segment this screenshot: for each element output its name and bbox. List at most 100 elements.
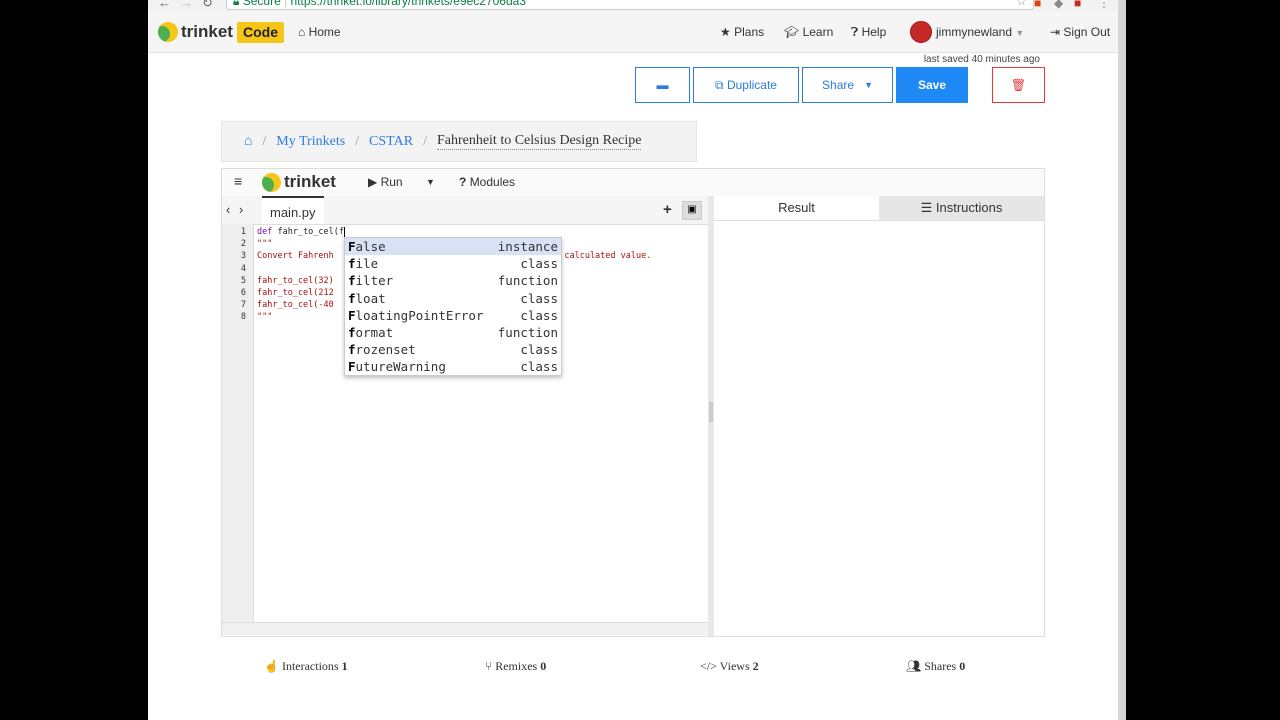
- trash-icon: 🗑︎: [1010, 78, 1027, 92]
- tab-main-py[interactable]: main.py: [262, 196, 324, 224]
- nav-home-label: Home: [308, 25, 341, 39]
- line-number: 4: [240, 264, 246, 274]
- autocomplete-item[interactable]: float class: [345, 290, 561, 307]
- breadcrumb-current[interactable]: Fahrenheit to Celsius Design Recipe: [436, 133, 642, 150]
- hamburger-menu-icon[interactable]: ≡: [234, 173, 242, 189]
- interactions-label: Interactions: [281, 659, 339, 673]
- copy-icon: ⧉: [715, 77, 724, 92]
- sign-out-icon: ⇥: [1050, 25, 1061, 39]
- bookmark-star-icon[interactable]: ☆: [1016, 0, 1027, 8]
- line-number: 7: [240, 300, 246, 310]
- breadcrumb-separator: /: [262, 133, 267, 149]
- embed-toolbar: ≡ trinket ▶ Run ▼ ? Modules: [222, 169, 1044, 197]
- extension-badge-icon[interactable]: ■: [1074, 0, 1081, 10]
- last-saved-status: last saved 40 minutes ago: [923, 54, 1040, 65]
- menu-dots-icon[interactable]: ⋮: [1098, 0, 1110, 10]
- splitter-grip[interactable]: [709, 402, 713, 422]
- modules-label: Modules: [469, 175, 516, 189]
- autocomplete-item-name: filter: [348, 273, 393, 288]
- pointer-icon: ☝: [264, 659, 279, 673]
- autocomplete-item-type: class: [520, 359, 558, 375]
- breadcrumb-my-trinkets[interactable]: My Trinkets: [276, 134, 345, 150]
- nav-plans-label: Plans: [734, 25, 765, 39]
- run-button[interactable]: ▶ Run: [368, 175, 403, 189]
- window-scrollbar[interactable]: [1118, 0, 1126, 720]
- code-line-8: """: [257, 312, 273, 322]
- tab-instructions[interactable]: ☰ Instructions: [879, 196, 1044, 220]
- run-options-dropdown[interactable]: ▼: [426, 177, 435, 187]
- autocomplete-rest: ormat: [355, 324, 394, 340]
- folder-button[interactable]: ▬: [635, 67, 690, 103]
- user-menu[interactable]: jimmynewland ▼: [936, 25, 1024, 39]
- horizontal-scrollbar[interactable]: [222, 622, 708, 635]
- autocomplete-item[interactable]: FloatingPointError class: [345, 307, 561, 324]
- duplicate-button[interactable]: ⧉ Duplicate: [693, 67, 799, 103]
- url-text: https://trinket.io/library/trinkets/e9ec…: [290, 0, 527, 8]
- office-extension-icon[interactable]: ■: [1034, 0, 1041, 10]
- run-label: Run: [380, 175, 403, 189]
- autocomplete-item[interactable]: format function: [345, 324, 561, 341]
- autocomplete-match: f: [348, 256, 356, 272]
- modules-button[interactable]: ? Modules: [459, 175, 515, 189]
- remixes-count: 0: [540, 659, 547, 673]
- autocomplete-item[interactable]: frozenset class: [345, 341, 561, 358]
- extension-icon[interactable]: ◆: [1054, 0, 1063, 10]
- share-label: Share: [822, 78, 855, 92]
- image-upload-icon[interactable]: ▣: [682, 201, 702, 220]
- autocomplete-rest: loatingPointError: [355, 307, 484, 323]
- back-icon[interactable]: ←: [158, 0, 171, 10]
- users-icon: 👥︎: [906, 659, 922, 673]
- trinket-logo-icon: [158, 22, 178, 42]
- nav-help[interactable]: ❓︎ Help: [851, 25, 886, 40]
- breadcrumb-separator: /: [355, 133, 360, 149]
- autocomplete-match: F: [348, 307, 356, 323]
- interactions-count: 1: [341, 659, 348, 673]
- autocomplete-item-name: frozenset: [348, 342, 416, 357]
- autocomplete-rest: ile: [355, 256, 379, 272]
- embed-logo-text: trinket: [284, 172, 336, 191]
- autocomplete-item[interactable]: filter function: [345, 272, 561, 289]
- question-icon: ?: [459, 175, 467, 189]
- autocomplete-item-name: file: [348, 256, 378, 271]
- trinket-logo[interactable]: trinket: [158, 22, 233, 42]
- breadcrumb-group[interactable]: CSTAR: [369, 134, 413, 150]
- tab-result[interactable]: Result: [714, 196, 879, 220]
- autocomplete-item[interactable]: file class: [345, 255, 561, 272]
- autocomplete-match: F: [348, 239, 356, 254]
- add-file-icon[interactable]: +: [663, 201, 672, 218]
- code-line-7: fahr_to_cel(-40: [257, 300, 334, 310]
- forward-icon[interactable]: →: [180, 0, 193, 10]
- reload-icon[interactable]: ↻: [202, 0, 213, 11]
- save-button[interactable]: Save: [896, 67, 968, 103]
- autocomplete-item[interactable]: False instance: [345, 238, 561, 256]
- code-line-6: fahr_to_cel(212: [257, 288, 334, 298]
- breadcrumb-separator: /: [423, 133, 427, 149]
- home-icon[interactable]: ⌂: [244, 134, 252, 150]
- chevron-right-icon[interactable]: ›: [239, 202, 243, 217]
- remixes-stat: ⑂ Remixes 0: [485, 659, 546, 674]
- autocomplete-rest: loat: [355, 290, 386, 306]
- caret-down-icon: ▼: [426, 177, 435, 187]
- nav-signout[interactable]: ⇥ Sign Out: [1050, 25, 1110, 39]
- autocomplete-item-type: instance: [497, 239, 558, 254]
- embed-trinket-logo[interactable]: trinket: [262, 172, 336, 192]
- nav-signout-label: Sign Out: [1063, 25, 1111, 39]
- chevron-left-icon[interactable]: ‹: [226, 202, 230, 217]
- play-icon: ▶: [368, 175, 378, 189]
- share-button[interactable]: Share ▼: [802, 67, 893, 103]
- views-stat: </> Views 2: [700, 659, 759, 674]
- breadcrumb: ⌂ / My Trinkets / CSTAR / Fahrenheit to …: [221, 121, 697, 162]
- avatar[interactable]: [910, 21, 932, 43]
- autocomplete-item[interactable]: FutureWarning class: [345, 358, 561, 375]
- line-number: 5: [240, 276, 246, 286]
- nav-help-label: Help: [861, 25, 887, 39]
- nav-learn[interactable]: 🎓︎ Learn: [784, 25, 833, 39]
- shares-label: Shares: [924, 659, 957, 673]
- nav-plans[interactable]: ★ Plans: [720, 25, 764, 39]
- autocomplete-rest: ilter: [355, 273, 394, 289]
- address-bar[interactable]: 🔒︎ Secure | https://trinket.io/library/t…: [226, 0, 1034, 10]
- delete-button[interactable]: 🗑︎: [992, 67, 1045, 103]
- instructions-label: Instructions: [935, 200, 1003, 215]
- nav-home[interactable]: ⌂ Home: [298, 25, 341, 39]
- autocomplete-match: f: [348, 324, 356, 340]
